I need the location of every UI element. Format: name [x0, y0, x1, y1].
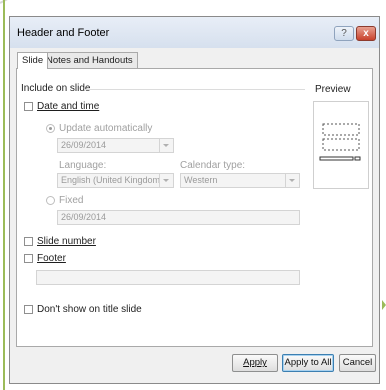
slide-preview: [313, 101, 369, 189]
footer-label: Footer: [37, 253, 66, 264]
cancel-button[interactable]: Cancel: [339, 354, 376, 372]
cancel-label: Cancel: [342, 357, 373, 368]
close-button[interactable]: x: [356, 26, 376, 41]
language-label: Language:: [59, 160, 107, 171]
question-icon: ?: [341, 28, 347, 39]
chevron-down-icon: [159, 139, 173, 152]
language-value: English (United Kingdom): [61, 175, 164, 185]
chevron-down-icon: [159, 174, 173, 187]
dialog-title: Header and Footer: [17, 27, 110, 39]
background-arrow: [382, 300, 386, 310]
update-automatically-label: Update automatically: [59, 123, 153, 134]
group-divider: [84, 89, 305, 90]
language-dropdown[interactable]: English (United Kingdom): [57, 173, 174, 188]
apply-label: Apply: [243, 357, 267, 368]
preview-label: Preview: [315, 84, 351, 95]
tab-slide-label: Slide: [22, 55, 44, 66]
fixed-label: Fixed: [59, 195, 84, 206]
calendar-type-value: Western: [184, 175, 218, 185]
update-date-value: 26/09/2014: [61, 140, 107, 150]
update-date-dropdown[interactable]: 26/09/2014: [57, 138, 174, 153]
apply-to-all-label: Apply to All: [284, 357, 332, 368]
footer-checkbox[interactable]: [24, 254, 33, 263]
date-time-label: Date and time: [37, 101, 100, 112]
slide-number-checkbox[interactable]: [24, 237, 33, 246]
calendar-type-label: Calendar type:: [180, 160, 246, 171]
fixed-radio[interactable]: [46, 196, 55, 205]
apply-button[interactable]: Apply: [232, 354, 278, 372]
title-bar: Header and Footer ? x: [10, 17, 379, 48]
chevron-down-icon: [285, 174, 299, 187]
close-icon: x: [363, 28, 369, 39]
tab-slide[interactable]: Slide: [17, 52, 49, 69]
dont-show-title-slide-checkbox[interactable]: [24, 305, 33, 314]
date-time-checkbox[interactable]: [24, 102, 33, 111]
fixed-date-value: 26/09/2014: [61, 212, 107, 222]
update-automatically-radio[interactable]: [46, 124, 55, 133]
include-on-slide-label: Include on slide: [21, 83, 91, 94]
footer-text-input[interactable]: [36, 270, 300, 285]
apply-to-all-button[interactable]: Apply to All: [282, 354, 334, 372]
header-footer-dialog: Header and Footer ? x Slide Notes and Ha…: [9, 16, 380, 384]
fixed-date-input[interactable]: 26/09/2014: [57, 210, 300, 225]
calendar-type-dropdown[interactable]: Western: [180, 173, 300, 188]
slide-number-label: Slide number: [37, 236, 96, 247]
background-accent-line: [3, 0, 5, 390]
dont-show-title-slide-label: Don't show on title slide: [37, 304, 142, 315]
slide-preview-graphic: [319, 123, 361, 161]
help-button[interactable]: ?: [334, 26, 354, 41]
tab-notes-and-handouts[interactable]: Notes and Handouts: [41, 52, 138, 68]
tab-notes-label: Notes and Handouts: [46, 55, 133, 66]
